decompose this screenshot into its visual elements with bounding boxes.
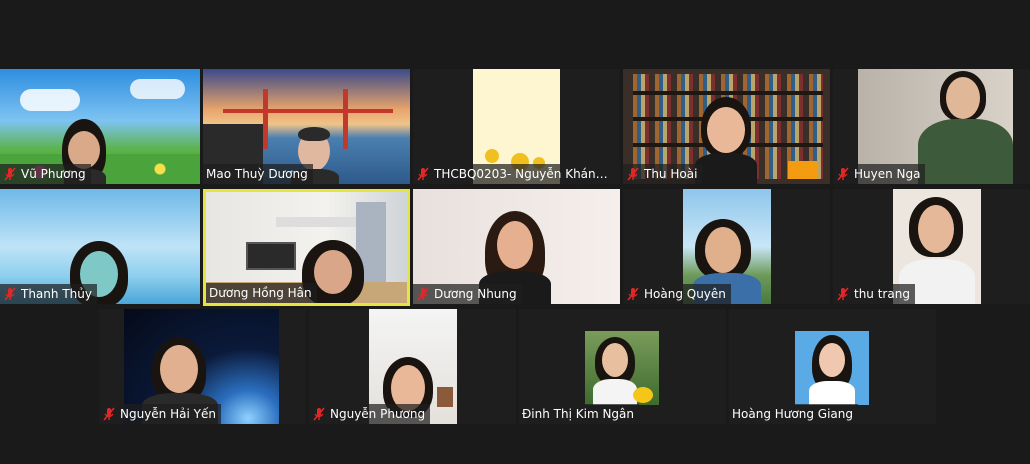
participant-name-tag: Thanh Thủy	[0, 284, 97, 304]
participant-tile-thanh-thuy[interactable]: Thanh Thủy	[0, 189, 200, 304]
participant-name-tag: Huyen Nga	[833, 164, 926, 184]
participant-name: Hoàng Hương Giang	[732, 407, 853, 421]
participant-name: Hoàng Quyên	[644, 287, 726, 301]
participant-name-tag: Hoàng Quyên	[623, 284, 731, 304]
participant-name: thu trang	[854, 287, 910, 301]
participant-tile-thu-trang[interactable]: thu trang	[833, 189, 1030, 304]
participant-tile-duong-nhung[interactable]: Dương Nhung	[413, 189, 620, 304]
participant-name-tag: Dương Hồng Hân	[206, 283, 317, 303]
participant-name: Dương Hồng Hân	[209, 286, 312, 300]
video-gallery: Vũ Phương Mao Thuỳ Dương THCBQ0203- Nguy…	[0, 0, 1030, 464]
participant-tile-thu-hoai[interactable]: Thu Hoài	[623, 69, 830, 184]
participant-name-tag: Nguyễn Phương	[309, 404, 431, 424]
participant-name: Thu Hoài	[644, 167, 698, 181]
participant-tile-dinh-thi-kim-ngan[interactable]: Đinh Thị Kim Ngân	[519, 309, 726, 424]
participant-name-tag: Đinh Thị Kim Ngân	[519, 404, 640, 424]
participant-tile-thcbq0203[interactable]: THCBQ0203- Nguyễn Khánh L...	[413, 69, 620, 184]
participant-tile-nguyen-phuong[interactable]: Nguyễn Phương	[309, 309, 516, 424]
muted-microphone-icon	[4, 167, 16, 181]
muted-microphone-icon	[103, 407, 115, 421]
muted-microphone-icon	[627, 287, 639, 301]
participant-name-tag: Nguyễn Hải Yến	[99, 404, 221, 424]
muted-microphone-icon	[417, 287, 429, 301]
participant-tile-hoang-quyen[interactable]: Hoàng Quyên	[623, 189, 830, 304]
participant-name-tag: Dương Nhung	[413, 284, 522, 304]
participant-name: Nguyễn Phương	[330, 407, 426, 421]
participant-name: Đinh Thị Kim Ngân	[522, 407, 635, 421]
participant-tile-huyen-nga[interactable]: Huyen Nga	[833, 69, 1030, 184]
muted-microphone-icon	[313, 407, 325, 421]
participant-name: Huyen Nga	[854, 167, 921, 181]
participant-name-tag: Vũ Phương	[0, 164, 91, 184]
participant-name: Thanh Thủy	[21, 287, 92, 301]
participant-name: Nguyễn Hải Yến	[120, 407, 216, 421]
participant-avatar	[795, 331, 869, 405]
muted-microphone-icon	[837, 287, 849, 301]
participant-name-tag: Mao Thuỳ Dương	[203, 164, 313, 184]
participant-name: Vũ Phương	[21, 167, 86, 181]
muted-microphone-icon	[417, 167, 429, 181]
muted-microphone-icon	[837, 167, 849, 181]
participant-name-tag: thu trang	[833, 284, 915, 304]
participant-tile-mao-thuy-duong[interactable]: Mao Thuỳ Dương	[203, 69, 410, 184]
participant-name: THCBQ0203- Nguyễn Khánh L...	[434, 167, 615, 181]
participant-name-tag: Hoàng Hương Giang	[729, 404, 858, 424]
participant-tile-vu-phuong[interactable]: Vũ Phương	[0, 69, 200, 184]
participant-tile-duong-hong-han[interactable]: Dương Hồng Hân	[203, 189, 410, 306]
muted-microphone-icon	[4, 287, 16, 301]
participant-tile-hoang-huong-giang[interactable]: Hoàng Hương Giang	[729, 309, 936, 424]
participant-tile-nguyen-hai-yen[interactable]: Nguyễn Hải Yến	[99, 309, 306, 424]
participant-name: Mao Thuỳ Dương	[206, 167, 308, 181]
muted-microphone-icon	[627, 167, 639, 181]
participant-name: Dương Nhung	[434, 287, 517, 301]
participant-avatar	[585, 331, 659, 405]
participant-name-tag: Thu Hoài	[623, 164, 703, 184]
participant-name-tag: THCBQ0203- Nguyễn Khánh L...	[413, 164, 620, 184]
